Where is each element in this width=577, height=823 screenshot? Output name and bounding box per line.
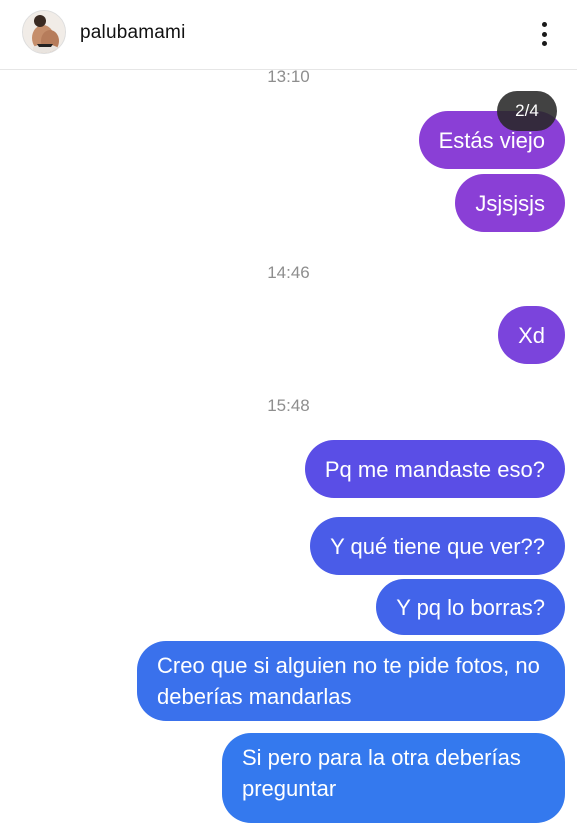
message-bubble[interactable]: Pq me mandaste eso? [304, 440, 565, 498]
more-options-icon[interactable] [530, 20, 558, 48]
avatar[interactable] [22, 10, 66, 54]
image-counter-badge: 2/4 [497, 91, 557, 131]
username[interactable]: palubamami [80, 22, 186, 44]
timestamp: 14:46 [267, 263, 310, 282]
message-bubble[interactable]: Y qué tiene que ver?? [310, 517, 565, 575]
message-bubble[interactable]: Y pq lo borras? [376, 579, 565, 635]
message-bubble[interactable]: Jsjsjsjs [455, 174, 565, 232]
timestamp: 13:10 [267, 67, 310, 86]
message-bubble[interactable]: Xd [498, 306, 565, 364]
profile-photo-icon [23, 11, 65, 53]
message-bubble[interactable]: Si pero para la otra deberías preguntar [222, 733, 565, 823]
chat-header: palubamami [0, 0, 577, 70]
message-bubble[interactable]: Creo que si alguien no te pide fotos, no… [137, 641, 565, 721]
timestamp: 15:48 [267, 396, 310, 415]
